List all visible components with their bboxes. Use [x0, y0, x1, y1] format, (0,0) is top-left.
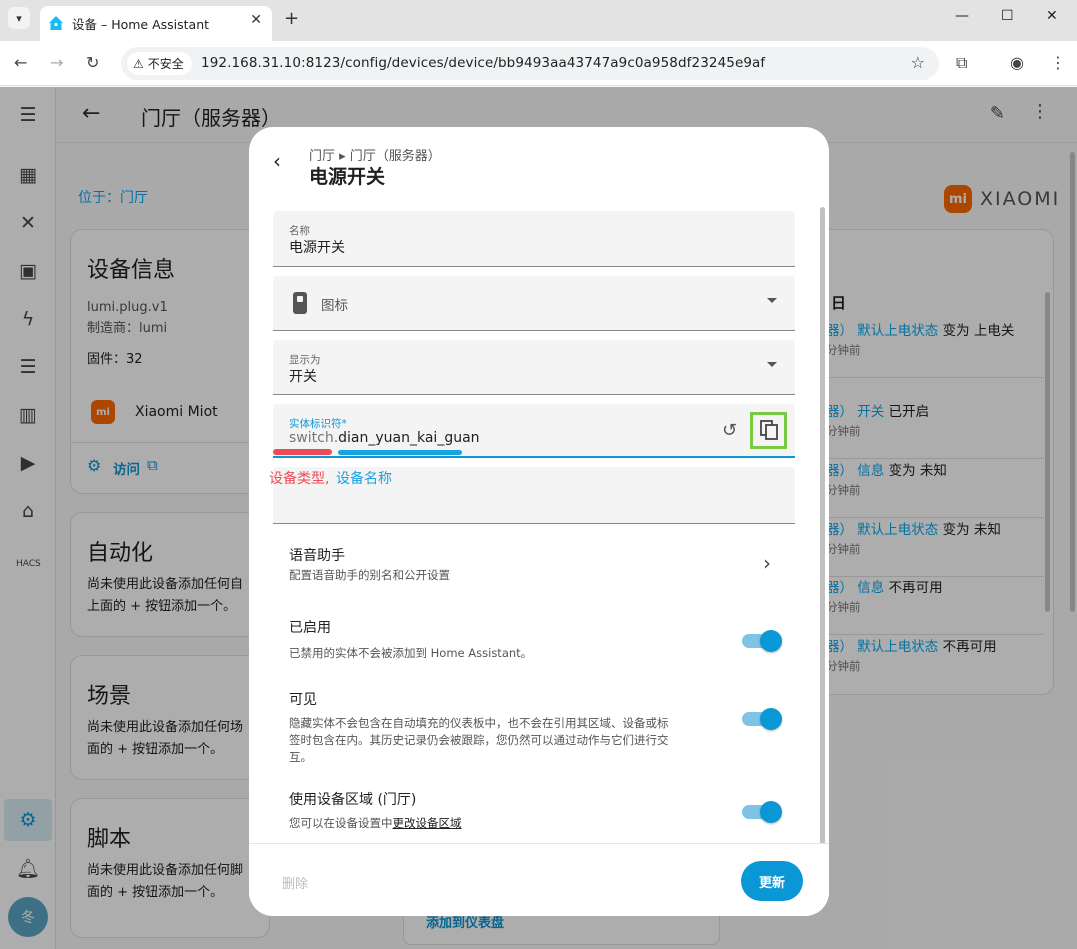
forward-icon[interactable]: → — [50, 53, 63, 72]
window-close-icon[interactable]: ✕ — [1046, 8, 1058, 24]
show-as-dropdown-icon[interactable] — [767, 362, 777, 367]
copy-icon — [760, 420, 778, 440]
insecure-label: 不安全 — [147, 57, 184, 71]
visible-desc-3: 互。 — [289, 750, 312, 764]
new-tab-icon[interactable]: + — [284, 8, 299, 29]
visible-desc-1: 隐藏实体不会包含在自动填充的仪表板中，也不会在引用其区域、设备或标 — [289, 716, 669, 730]
change-area-link[interactable]: 更改设备区域 — [393, 816, 462, 830]
browser-tab-bar: ▾ 设备 – Home Assistant ✕ + — ☐ ✕ — [0, 0, 1077, 41]
entity-id-label: 实体标识符* — [289, 418, 347, 430]
dialog-back-icon[interactable]: ‹ — [273, 149, 281, 173]
use-device-area-toggle[interactable] — [742, 801, 782, 823]
use-device-area-title: 使用设备区域 (门厅) — [289, 792, 417, 808]
icon-field[interactable]: 图标 — [273, 276, 795, 331]
delete-button[interactable]: 删除 — [282, 873, 308, 892]
tab-title: 设备 – Home Assistant — [72, 17, 210, 32]
profile-icon[interactable]: ◉ — [1010, 53, 1024, 72]
extensions-icon[interactable]: ⧉ — [956, 53, 967, 73]
enabled-toggle[interactable] — [742, 630, 782, 652]
enabled-title: 已启用 — [289, 620, 331, 636]
reset-icon[interactable]: ↺ — [722, 420, 737, 441]
address-bar: ← → ↻ ⚠ 不安全 192.168.31.10:8123/config/de… — [0, 41, 1077, 86]
reload-icon[interactable]: ↻ — [86, 53, 99, 72]
copy-button[interactable] — [750, 412, 787, 449]
tab-close-icon[interactable]: ✕ — [250, 12, 262, 28]
device-type-annotation: 设备类型, — [269, 471, 330, 487]
device-name-annotation: 设备名称 — [336, 471, 392, 487]
home-assistant-icon — [49, 16, 63, 30]
icon-dropdown-icon[interactable] — [767, 298, 777, 303]
security-chip[interactable]: ⚠ 不安全 — [127, 52, 192, 75]
name-field[interactable]: 名称 电源开关 — [273, 211, 795, 267]
omnibox[interactable]: ⚠ 不安全 192.168.31.10:8123/config/devices/… — [121, 47, 939, 80]
type-underline-annotation — [273, 449, 332, 455]
icon-field-label: 图标 — [321, 298, 348, 314]
show-as-select[interactable]: 显示为 开关 — [273, 340, 795, 395]
bookmark-star-icon[interactable]: ☆ — [911, 53, 925, 72]
update-button[interactable]: 更新 — [741, 861, 803, 901]
voice-assistant-title: 语音助手 — [289, 548, 345, 564]
entity-id-value: switch.dian_yuan_kai_guan — [289, 430, 480, 446]
dialog-scrollbar[interactable] — [820, 207, 825, 879]
back-icon[interactable]: ← — [14, 53, 27, 72]
show-as-value: 开关 — [289, 369, 317, 385]
maximize-icon[interactable]: ☐ — [1001, 8, 1014, 24]
chevron-right-icon[interactable]: › — [763, 551, 771, 575]
dialog-title: 电源开关 — [309, 166, 386, 188]
warning-icon: ⚠ — [133, 56, 144, 71]
name-field-label: 名称 — [289, 225, 310, 237]
enabled-desc: 已禁用的实体不会被添加到 Home Assistant。 — [289, 646, 533, 660]
visible-toggle[interactable] — [742, 708, 782, 730]
visible-title: 可见 — [289, 692, 317, 708]
name-field-value: 电源开关 — [289, 240, 345, 256]
visible-desc-2: 签时包含在内。其历史记录仍会被跟踪，您仍然可以通过动作与它们进行交 — [289, 733, 669, 747]
minimize-icon[interactable]: — — [955, 8, 969, 24]
use-device-area-desc: 您可以在设备设置中更改设备区域 — [289, 816, 462, 830]
url-text[interactable]: 192.168.31.10:8123/config/devices/device… — [201, 55, 765, 71]
entity-settings-dialog: ‹ 门厅 ▸ 门厅（服务器） 电源开关 名称 电源开关 图标 显示为 开关 实体… — [249, 127, 829, 916]
power-socket-icon — [293, 292, 307, 314]
name-underline-annotation — [338, 450, 462, 455]
browser-menu-icon[interactable]: ⋮ — [1050, 53, 1066, 72]
tab-search-icon[interactable]: ▾ — [8, 7, 30, 29]
dialog-footer: 删除 更新 — [249, 843, 829, 916]
voice-assistant-desc: 配置语音助手的别名和公开设置 — [289, 568, 450, 582]
browser-tab[interactable]: 设备 – Home Assistant ✕ — [40, 6, 272, 41]
show-as-label: 显示为 — [289, 354, 321, 366]
